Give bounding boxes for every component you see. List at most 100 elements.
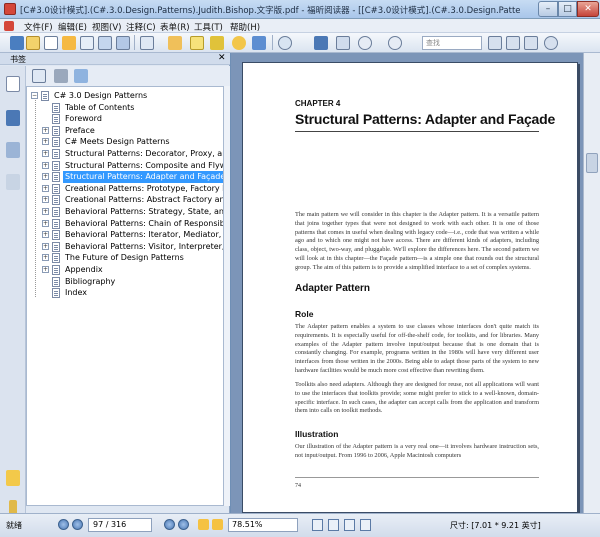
expand-toggle-icon[interactable]: + [42, 138, 49, 146]
document-view[interactable]: CHAPTER 4 Structural Patterns: Adapter a… [231, 53, 600, 513]
bookmark-label[interactable]: Structural Patterns: Adapter and Façade [63, 171, 223, 183]
expand-toggle-icon[interactable]: + [42, 219, 49, 227]
panel-scrollbar[interactable] [224, 86, 230, 506]
bookmark-label[interactable]: Appendix [63, 264, 105, 276]
document-scrollbar[interactable] [583, 53, 600, 513]
last-page-icon[interactable] [178, 519, 189, 530]
first-page-icon[interactable] [58, 519, 69, 530]
pages-tab-icon[interactable] [6, 76, 20, 92]
expand-bookmark-icon[interactable] [32, 69, 46, 83]
menu-help[interactable]: 帮助(H) [230, 21, 260, 33]
maximize-button[interactable]: □ [558, 1, 577, 17]
find-input[interactable]: 查找 [422, 36, 482, 50]
bookmark-label[interactable]: Bibliography [63, 276, 117, 288]
expand-toggle-icon[interactable]: − [31, 92, 38, 99]
text-tool-icon[interactable] [98, 36, 112, 50]
menu-file[interactable]: 文件(F) [24, 21, 53, 33]
expand-toggle-icon[interactable]: + [42, 196, 49, 204]
expand-toggle-icon[interactable]: + [42, 208, 49, 215]
expand-toggle-icon[interactable]: + [42, 126, 49, 134]
fit-width-icon[interactable] [336, 36, 350, 50]
bookmark-label[interactable]: Behavioral Patterns: Iterator, Mediator,… [63, 229, 223, 241]
forward-icon[interactable] [212, 519, 223, 530]
continuous-facing-icon[interactable] [360, 519, 371, 531]
continuous-icon[interactable] [328, 519, 339, 531]
title-rule [295, 131, 539, 132]
delete-bookmark-icon[interactable] [54, 69, 68, 83]
bookmark-label[interactable]: C# Meets Design Patterns [63, 136, 172, 148]
page-number: 74 [295, 483, 301, 489]
expand-toggle-icon[interactable]: + [42, 184, 49, 192]
bookmark-label[interactable]: Structural Patterns: Composite and Flywe… [63, 160, 223, 172]
next-page-icon[interactable] [164, 519, 175, 530]
zoom-plus-icon[interactable] [388, 36, 402, 50]
bookmark-label[interactable]: The Future of Design Patterns [63, 252, 186, 264]
toolbar: 查找 [0, 33, 600, 53]
footer-rule [295, 477, 539, 478]
bookmark-label[interactable]: Behavioral Patterns: Strategy, State, an… [63, 206, 223, 218]
typewriter-icon[interactable] [140, 36, 154, 50]
bookmark-label[interactable]: Behavioral Patterns: Visitor, Interprete… [63, 241, 223, 253]
comment-icon[interactable] [232, 36, 246, 50]
bookmark-page-icon [52, 253, 60, 264]
bookmark-page-icon [52, 207, 60, 217]
page-number-input[interactable]: 97 / 316 [88, 518, 152, 532]
expand-toggle-icon[interactable]: + [42, 266, 49, 273]
note-icon[interactable] [190, 36, 204, 50]
image-tool-icon[interactable] [116, 36, 130, 50]
doc-menu-icon[interactable] [4, 21, 14, 31]
snapshot-icon[interactable] [80, 36, 94, 50]
bookmark-label[interactable]: Foreword [63, 113, 104, 125]
find-options-icon[interactable] [524, 36, 538, 50]
cursor-icon[interactable] [62, 36, 76, 50]
expand-toggle-icon[interactable]: + [42, 242, 49, 250]
bookmark-label[interactable]: Creational Patterns: Abstract Factory an… [63, 194, 223, 206]
highlight-icon[interactable] [168, 36, 182, 50]
bookmark-page-icon [52, 114, 60, 125]
zoom-level[interactable]: 78.51% [228, 518, 298, 532]
menu-comment[interactable]: 注释(C) [126, 21, 156, 33]
pencil-icon[interactable] [210, 36, 224, 50]
new-bookmark-icon[interactable] [74, 69, 88, 83]
fit-page-icon[interactable] [314, 36, 328, 50]
expand-toggle-icon[interactable]: + [42, 254, 49, 262]
arrow-tool-icon[interactable] [252, 36, 266, 50]
zoom-out-icon[interactable] [358, 36, 372, 50]
bookmark-page-icon [52, 160, 60, 171]
hand-tool-icon[interactable] [26, 36, 40, 50]
expand-toggle-icon[interactable]: + [42, 231, 49, 239]
bookmark-label[interactable]: C# 3.0 Design Patterns [52, 90, 149, 102]
single-page-icon[interactable] [312, 519, 323, 531]
back-icon[interactable] [198, 519, 209, 530]
prev-page-icon[interactable] [72, 519, 83, 530]
attachments-tab-icon[interactable] [6, 174, 20, 190]
window-title: [C#3.0设计模式].(C#.3.0.Design.Patterns).Jud… [20, 6, 520, 16]
find-next-icon[interactable] [506, 36, 520, 50]
menu-view[interactable]: 视图(V) [92, 21, 121, 33]
facing-icon[interactable] [344, 519, 355, 531]
layers-tab-icon[interactable] [6, 142, 20, 158]
bookmark-label[interactable]: Creational Patterns: Prototype, Factory … [63, 183, 223, 195]
menu-form[interactable]: 表单(R) [160, 21, 190, 33]
expand-toggle-icon[interactable]: + [42, 150, 49, 157]
menu-edit[interactable]: 编辑(E) [58, 21, 87, 33]
panel-close-icon[interactable]: ✕ [218, 53, 226, 63]
bookmark-label[interactable]: Preface [63, 125, 97, 137]
expand-toggle-icon[interactable]: + [42, 173, 49, 181]
bookmark-label[interactable]: Index [63, 287, 89, 299]
bookmark-label[interactable]: Structural Patterns: Decorator, Proxy, a… [63, 148, 223, 160]
minimize-button[interactable]: – [538, 1, 558, 17]
select-text-icon[interactable] [44, 36, 58, 50]
bookmarks-tab-icon[interactable] [6, 110, 20, 126]
close-button[interactable]: ✕ [577, 1, 599, 17]
bookmark-label[interactable]: Behavioral Patterns: Chain of Responsibi… [63, 218, 223, 230]
find-prev-icon[interactable] [488, 36, 502, 50]
search-icon[interactable] [544, 36, 558, 50]
folder-tab-icon[interactable] [6, 470, 20, 486]
expand-toggle-icon[interactable]: + [42, 161, 49, 169]
scroll-thumb[interactable] [586, 153, 598, 173]
menu-tools[interactable]: 工具(T) [194, 21, 223, 33]
save-icon[interactable] [10, 36, 24, 50]
bookmark-label[interactable]: Table of Contents [63, 102, 136, 114]
zoom-in-icon[interactable] [278, 36, 292, 50]
